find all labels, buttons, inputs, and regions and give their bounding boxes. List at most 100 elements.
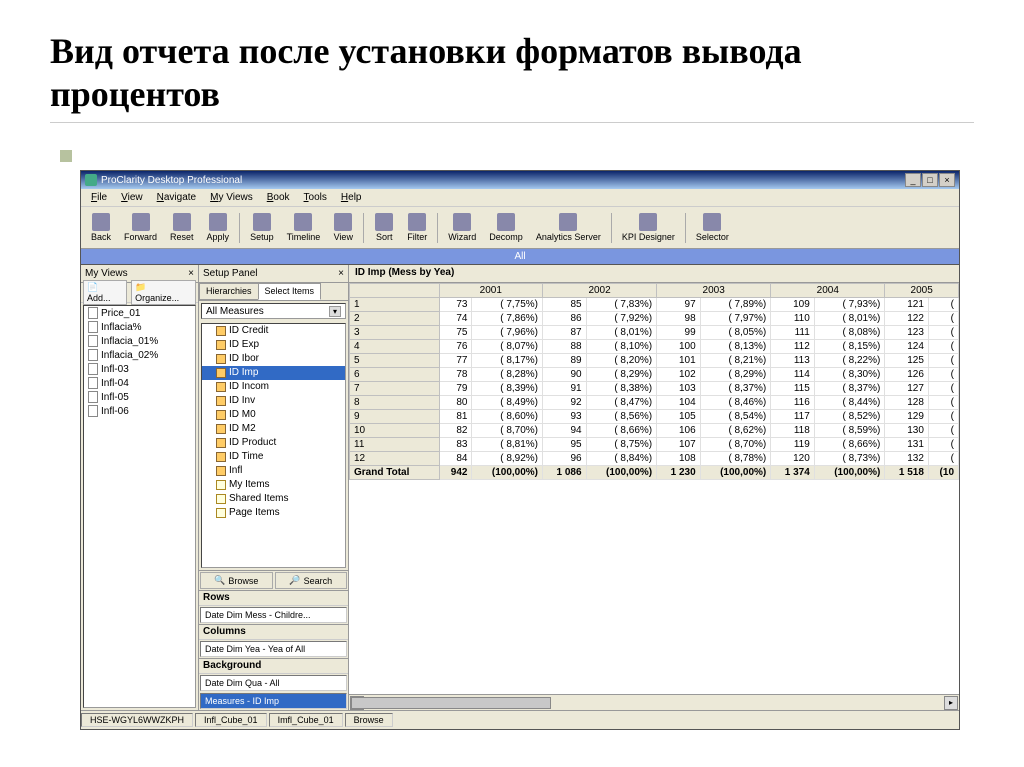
list-item[interactable]: Inflacia_01%	[84, 334, 195, 348]
add-view-button[interactable]: 📄 Add...	[83, 280, 127, 305]
list-item[interactable]: Inflacia_02%	[84, 348, 195, 362]
list-item[interactable]: Infl-03	[84, 362, 195, 376]
toolbar-setup-button[interactable]: Setup	[244, 212, 280, 243]
toolbar-analytics-server-button[interactable]: Analytics Server	[530, 212, 607, 243]
measures-combo[interactable]: All Measures▾	[201, 303, 346, 319]
toolbar-sort-button[interactable]: Sort	[368, 212, 400, 243]
browse-button[interactable]: 🔍 Browse	[200, 572, 273, 589]
file-icon	[88, 349, 98, 361]
toolbar-decomp-button[interactable]: Decomp	[483, 212, 529, 243]
tree-item[interactable]: ID Imp	[202, 366, 345, 380]
tree-item[interactable]: Shared Items	[202, 492, 345, 506]
close-icon[interactable]: ×	[188, 268, 194, 279]
menu-view[interactable]: View	[115, 191, 149, 204]
bullet-decor	[60, 150, 72, 162]
row-header[interactable]: 7	[350, 382, 440, 396]
row-header[interactable]: 10	[350, 424, 440, 438]
toolbar-timeline-button[interactable]: Timeline	[281, 212, 327, 243]
measure-icon	[216, 438, 226, 448]
row-header[interactable]: 12	[350, 452, 440, 466]
cell-pct: ( 8,47%)	[586, 396, 657, 410]
tree-item[interactable]: Page Items	[202, 506, 345, 520]
search-button[interactable]: 🔎 Search	[275, 572, 348, 589]
toolbar-apply-button[interactable]: Apply	[201, 212, 236, 243]
menu-book[interactable]: Book	[261, 191, 296, 204]
list-item[interactable]: Inflacia%	[84, 320, 195, 334]
row-header[interactable]: 1	[350, 298, 440, 312]
rows-value[interactable]: Date Dim Mess - Childre...	[200, 607, 347, 623]
scroll-thumb[interactable]	[351, 697, 551, 709]
column-header[interactable]: 2001	[439, 284, 542, 298]
cell-pct: ( 8,15%)	[814, 340, 885, 354]
tree-item[interactable]: ID M0	[202, 408, 345, 422]
cell-value: 112	[771, 340, 815, 354]
column-header[interactable]: 2004	[771, 284, 885, 298]
maximize-button[interactable]: □	[922, 173, 938, 187]
scroll-right-icon[interactable]: ▸	[944, 696, 958, 710]
row-header[interactable]: 5	[350, 354, 440, 368]
measure-tree: ID CreditID ExpID IborID ImpID IncomID I…	[201, 323, 346, 568]
tree-item[interactable]: ID Product	[202, 436, 345, 450]
tree-item[interactable]: ID M2	[202, 422, 345, 436]
row-header[interactable]: 8	[350, 396, 440, 410]
total-value: 942	[439, 466, 472, 480]
row-header[interactable]: 9	[350, 410, 440, 424]
row-header[interactable]: 2	[350, 312, 440, 326]
column-header[interactable]: 2002	[543, 284, 657, 298]
toolbar-filter-button[interactable]: Filter	[401, 212, 433, 243]
toolbar-kpi-designer-button[interactable]: KPI Designer	[616, 212, 681, 243]
menu-tools[interactable]: Tools	[298, 191, 333, 204]
toolbar-wizard-button[interactable]: Wizard	[442, 212, 482, 243]
cell-value: 109	[771, 298, 815, 312]
row-header[interactable]: 4	[350, 340, 440, 354]
menu-file[interactable]: File	[85, 191, 113, 204]
row-header[interactable]: 3	[350, 326, 440, 340]
tree-item[interactable]: Infl	[202, 464, 345, 478]
background-value[interactable]: Date Dim Qua - All	[200, 675, 347, 691]
row-header[interactable]: 6	[350, 368, 440, 382]
column-header[interactable]: 2005	[885, 284, 959, 298]
close-icon[interactable]: ×	[338, 268, 344, 279]
tree-item[interactable]: ID Time	[202, 450, 345, 464]
column-header[interactable]: 2003	[657, 284, 771, 298]
cell-value: 124	[885, 340, 929, 354]
list-item[interactable]: Price_01	[84, 306, 195, 320]
tree-item[interactable]: ID Incom	[202, 380, 345, 394]
cell-value: 77	[439, 354, 472, 368]
menu-my-views[interactable]: My Views	[204, 191, 259, 204]
toolbar-reset-button[interactable]: Reset	[164, 212, 200, 243]
organize-button[interactable]: 📁 Organize...	[131, 280, 196, 305]
list-item[interactable]: Infl-05	[84, 390, 195, 404]
cell-value: 89	[543, 354, 587, 368]
file-icon	[88, 405, 98, 417]
chevron-down-icon[interactable]: ▾	[329, 306, 341, 317]
list-item[interactable]: Infl-06	[84, 404, 195, 418]
tree-item[interactable]: ID Inv	[202, 394, 345, 408]
cell-pct: ( 8,01%)	[586, 326, 657, 340]
tree-item[interactable]: My Items	[202, 478, 345, 492]
minimize-button[interactable]: _	[905, 173, 921, 187]
separator	[239, 213, 240, 243]
tab-hierarchies[interactable]: Hierarchies	[199, 283, 259, 300]
tree-item[interactable]: ID Ibor	[202, 352, 345, 366]
toolbar-forward-button[interactable]: Forward	[118, 212, 163, 243]
tree-item[interactable]: ID Credit	[202, 324, 345, 338]
toolbar-back-button[interactable]: Back	[85, 212, 117, 243]
menu-navigate[interactable]: Navigate	[151, 191, 202, 204]
file-icon	[88, 335, 98, 347]
horizontal-scrollbar[interactable]: ◂ ▸	[349, 694, 959, 710]
menu-help[interactable]: Help	[335, 191, 368, 204]
background-section-header: Background	[199, 658, 348, 674]
tree-item[interactable]: ID Exp	[202, 338, 345, 352]
close-button[interactable]: ×	[939, 173, 955, 187]
background-value-selected[interactable]: Measures - ID Imp	[200, 693, 347, 709]
row-header[interactable]: 11	[350, 438, 440, 452]
columns-value[interactable]: Date Dim Yea - Yea of All	[200, 641, 347, 657]
total-pct: (10	[928, 466, 958, 480]
tab-select-items[interactable]: Select Items	[258, 283, 322, 300]
toolbar-view-button[interactable]: View	[327, 212, 359, 243]
list-item[interactable]: Infl-04	[84, 376, 195, 390]
cell-value: 78	[439, 368, 472, 382]
cell-pct: (	[928, 326, 958, 340]
toolbar-selector-button[interactable]: Selector	[690, 212, 735, 243]
